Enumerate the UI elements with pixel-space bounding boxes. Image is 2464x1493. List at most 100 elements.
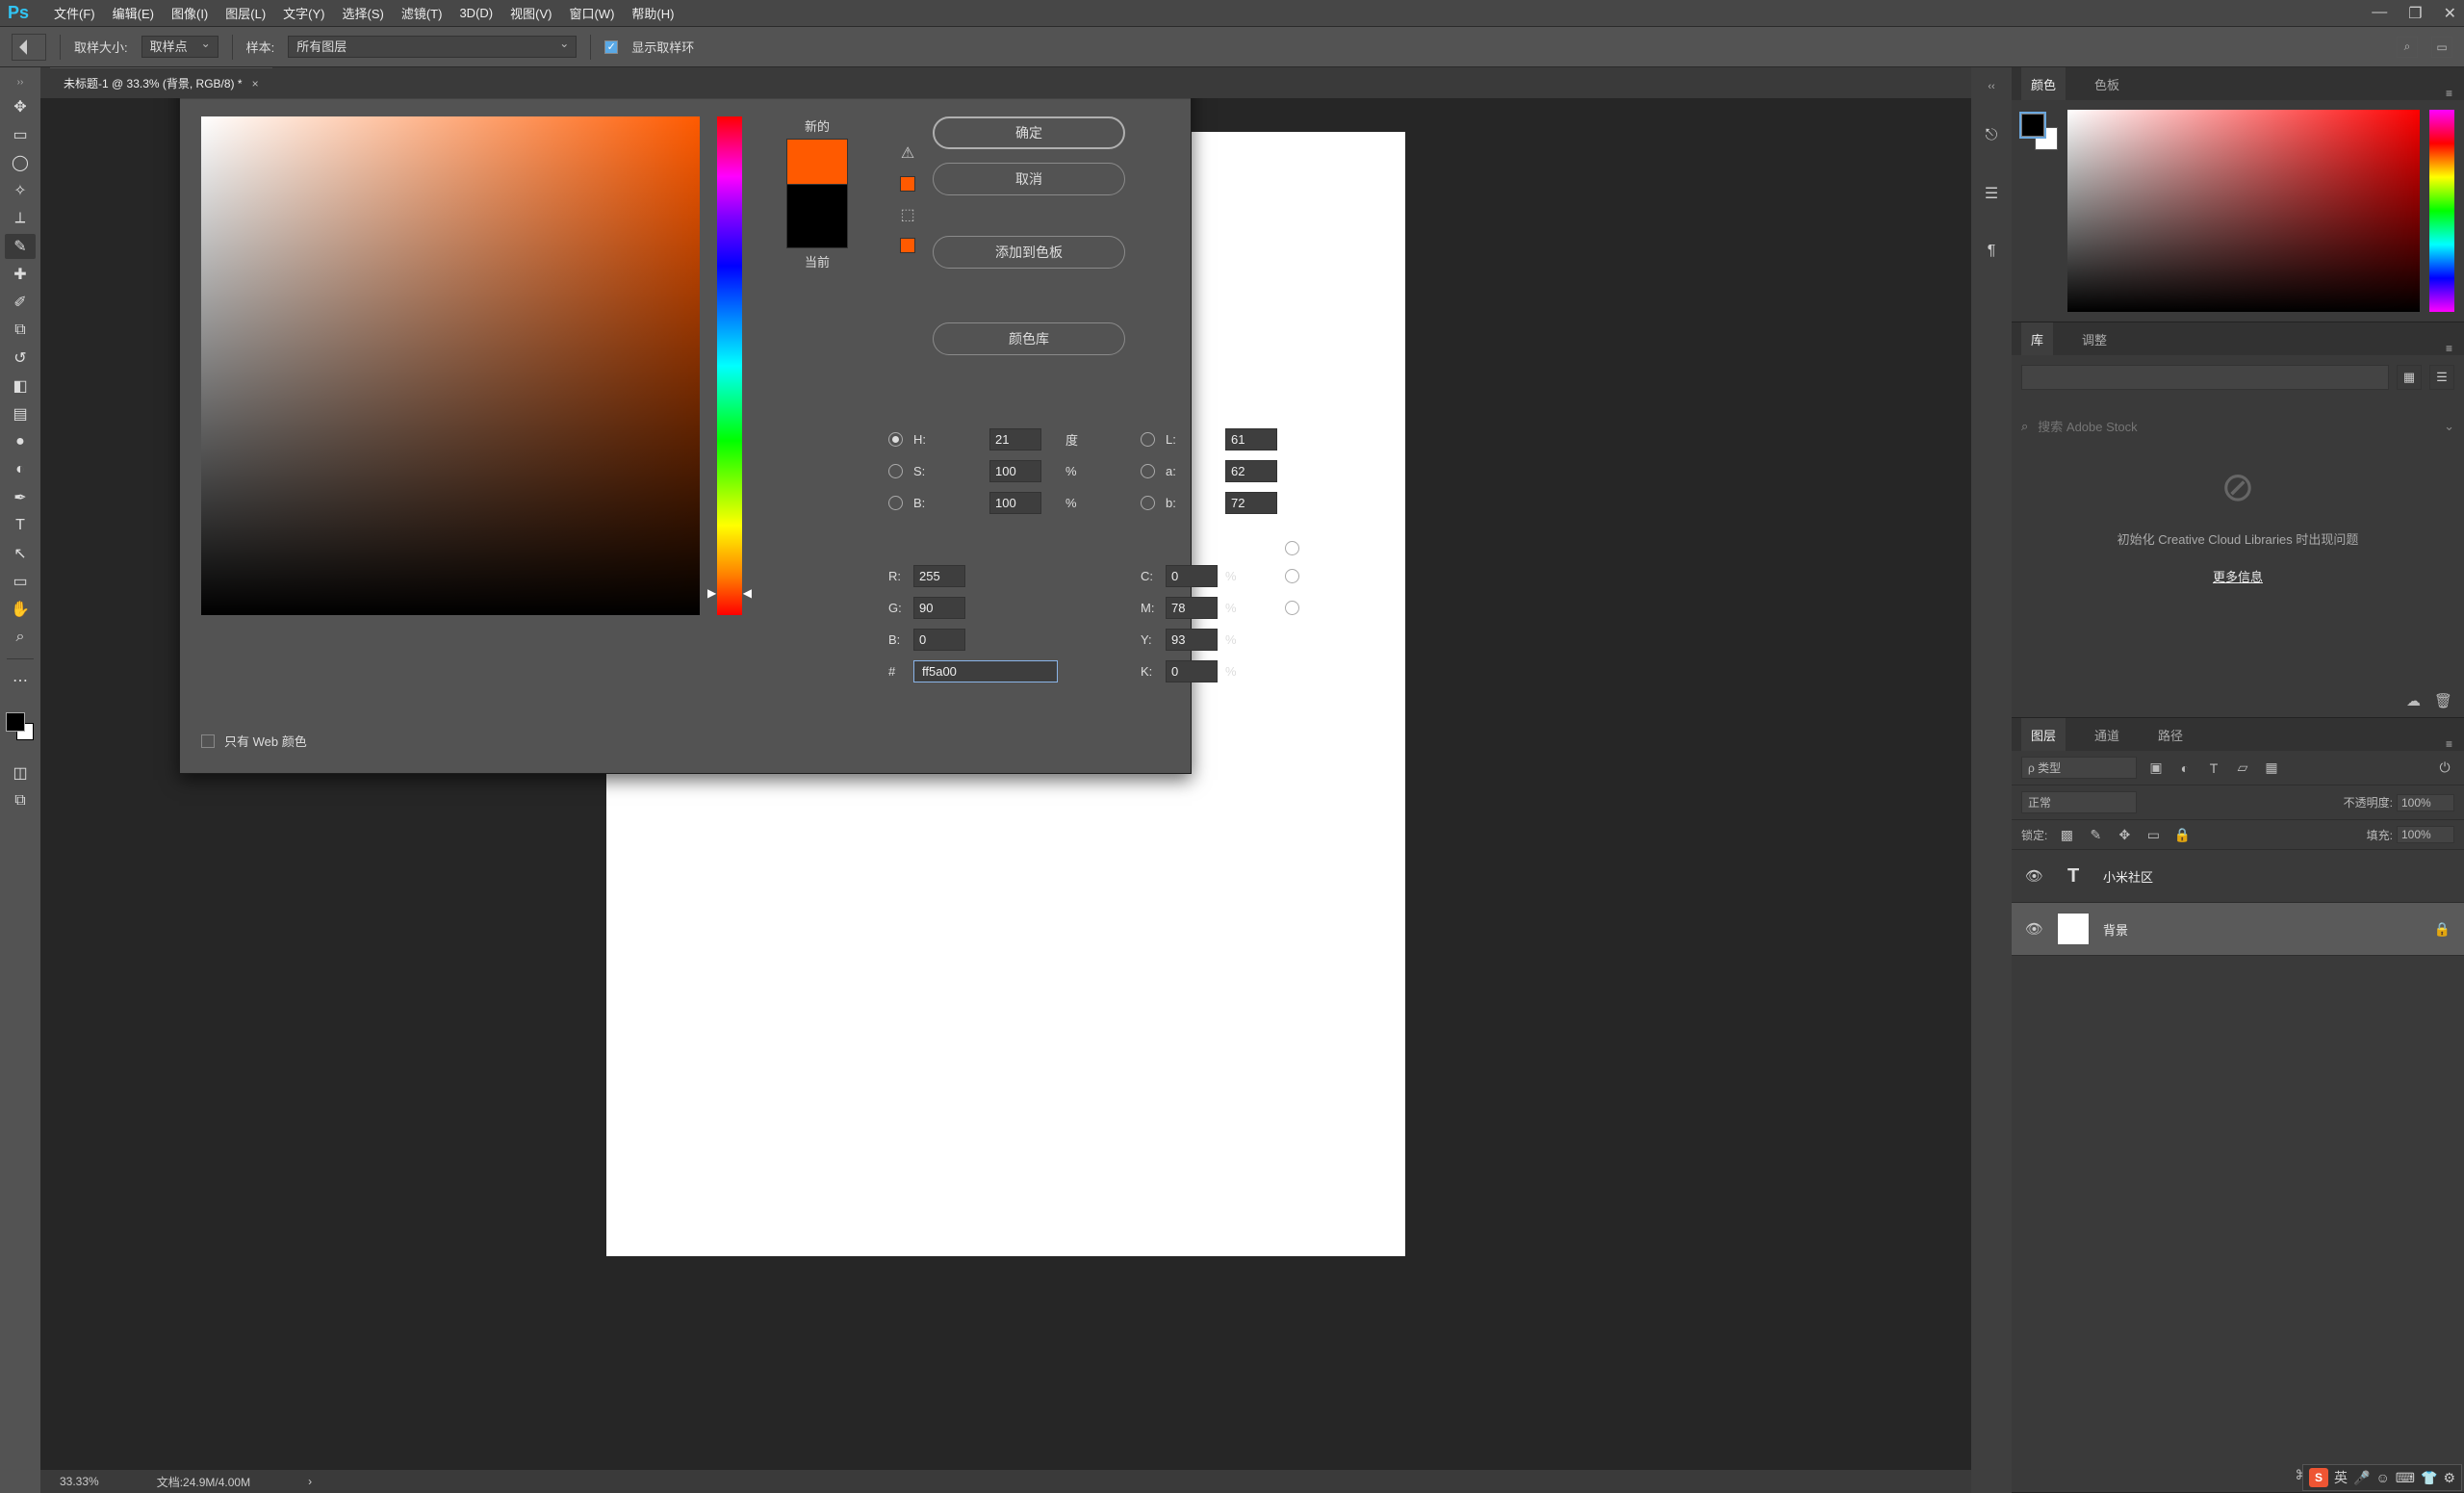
quick-select-tool[interactable]: ✧ (5, 178, 36, 203)
zoom-level[interactable]: 33.33% (60, 1475, 99, 1488)
marquee-tool[interactable]: ▭ (5, 122, 36, 147)
radio-a[interactable] (1141, 464, 1155, 478)
delete-library-icon[interactable]: 🗑 (2434, 692, 2452, 709)
ime-lang-label[interactable]: 英 (2334, 1468, 2348, 1487)
blur-tool[interactable]: ● (5, 429, 36, 454)
filter-type-icon[interactable]: T (2204, 759, 2223, 777)
lock-artboard-icon[interactable]: ▭ (2143, 826, 2163, 843)
color-panel-chips[interactable] (2021, 114, 2058, 150)
color-libraries-button[interactable]: 颜色库 (933, 322, 1125, 355)
eraser-tool[interactable]: ◧ (5, 373, 36, 399)
add-to-swatches-button[interactable]: 添加到色板 (933, 236, 1125, 269)
input-b-hsb[interactable] (989, 492, 1041, 514)
gamut-closest-swatch[interactable] (900, 176, 915, 192)
foreground-color-chip[interactable] (7, 713, 24, 731)
ime-skin-icon[interactable]: 👕 (2421, 1470, 2437, 1486)
rectangle-tool[interactable]: ▭ (5, 569, 36, 594)
path-selection-tool[interactable]: ↖ (5, 541, 36, 566)
input-b-rgb[interactable] (913, 629, 965, 651)
current-color-swatch[interactable] (786, 185, 848, 248)
cloud-sync-icon[interactable]: ☁ (2406, 692, 2421, 709)
layer-row[interactable]: 👁 T 小米社区 (2012, 850, 2464, 903)
document-info[interactable]: 文档:24.9M/4.00M (157, 1474, 250, 1490)
toolbox-collapse-handle[interactable]: ›› (17, 77, 24, 88)
dock-collapse-handle[interactable]: ‹‹ (1988, 81, 1994, 92)
layers-panel-menu-icon[interactable]: ≡ (2434, 737, 2464, 751)
sample-size-select[interactable]: 取样点 (141, 36, 218, 58)
menu-filter[interactable]: 滤镜(T) (401, 4, 443, 22)
tab-layers[interactable]: 图层 (2021, 718, 2066, 751)
tab-channels[interactable]: 通道 (2085, 718, 2129, 751)
menu-image[interactable]: 图像(I) (171, 4, 208, 22)
radio-b-hsb[interactable] (888, 496, 903, 510)
show-sampling-ring-checkbox[interactable]: ✓ (604, 40, 618, 54)
status-flyout-icon[interactable]: › (308, 1475, 312, 1488)
menu-edit[interactable]: 编辑(E) (113, 4, 154, 22)
input-l[interactable] (1225, 428, 1277, 450)
crop-tool[interactable]: ⟂ (5, 206, 36, 231)
filter-adjust-icon[interactable]: ◐ (2175, 759, 2194, 777)
filter-image-icon[interactable]: ▣ (2146, 759, 2166, 777)
color-chips[interactable] (7, 713, 34, 740)
ime-toolbar[interactable]: S 英 🎤 ☺ ⌨ 👕 ⚙ (2302, 1464, 2462, 1491)
clone-stamp-tool[interactable]: ⧉ (5, 318, 36, 343)
menu-select[interactable]: 选择(S) (343, 4, 384, 22)
ime-logo-icon[interactable]: S (2309, 1468, 2328, 1487)
search-dropdown-icon[interactable]: ⌄ (2444, 419, 2454, 434)
filter-smart-icon[interactable]: ▦ (2262, 759, 2281, 777)
zoom-tool[interactable]: ⌕ (5, 625, 36, 650)
edit-toolbar-button[interactable]: ⋯ (5, 668, 36, 693)
blend-mode-select[interactable]: 正常 (2021, 791, 2137, 813)
ime-mic-icon[interactable]: 🎤 (2353, 1470, 2370, 1486)
color-panel-menu-icon[interactable]: ≡ (2434, 87, 2464, 100)
input-c[interactable] (1166, 565, 1218, 587)
input-b-lab[interactable] (1225, 492, 1277, 514)
hand-tool[interactable]: ✋ (5, 597, 36, 622)
websafe-closest-swatch[interactable] (900, 238, 915, 253)
color-panel-sv-field[interactable] (2067, 110, 2420, 312)
radio-h[interactable] (888, 432, 903, 447)
libraries-panel-menu-icon[interactable]: ≡ (2434, 342, 2464, 355)
layer-name[interactable]: 小米社区 (2103, 867, 2153, 886)
input-m[interactable] (1166, 597, 1218, 619)
lasso-tool[interactable]: ◯ (5, 150, 36, 175)
input-a[interactable] (1225, 460, 1277, 482)
workspace-switcher-icon[interactable]: ▭ (2431, 37, 2452, 58)
opacity-input[interactable]: 100% (2397, 794, 2454, 811)
stock-search-input[interactable] (2038, 420, 2434, 434)
healing-brush-tool[interactable]: ✚ (5, 262, 36, 287)
tab-color[interactable]: 颜色 (2021, 67, 2066, 100)
radio-b-rgb[interactable] (1285, 601, 1299, 615)
libraries-more-info-link[interactable]: 更多信息 (2213, 567, 2263, 585)
fill-input[interactable]: 100% (2397, 826, 2454, 843)
input-r[interactable] (913, 565, 965, 587)
menu-type[interactable]: 文字(Y) (283, 4, 324, 22)
cancel-button[interactable]: 取消 (933, 163, 1125, 195)
color-panel-fg-chip[interactable] (2021, 114, 2044, 137)
library-selector[interactable] (2021, 365, 2389, 390)
ok-button[interactable]: 确定 (933, 116, 1125, 149)
menu-3d[interactable]: 3D(D) (459, 6, 493, 20)
radio-r[interactable] (1285, 541, 1299, 555)
close-window-button[interactable]: ✕ (2444, 4, 2456, 23)
lock-pixels-icon[interactable]: ▩ (2057, 826, 2076, 843)
lock-position-icon[interactable]: ✎ (2086, 826, 2105, 843)
gamut-warning-icon[interactable]: ⚠ (901, 143, 914, 163)
menu-window[interactable]: 窗口(W) (569, 4, 614, 22)
web-only-checkbox[interactable] (201, 734, 215, 748)
brush-tool[interactable]: ✐ (5, 290, 36, 315)
type-tool[interactable]: T (5, 513, 36, 538)
screen-mode-tool[interactable]: ⧉ (5, 788, 36, 813)
character-panel-icon[interactable]: ¶ (1977, 237, 2006, 266)
radio-b-lab[interactable] (1141, 496, 1155, 510)
tab-libraries[interactable]: 库 (2021, 322, 2053, 355)
minimize-button[interactable]: — (2372, 4, 2387, 23)
ime-keyboard-icon[interactable]: ⌨ (2396, 1470, 2415, 1486)
maximize-button[interactable]: ❐ (2408, 4, 2422, 23)
grid-view-icon[interactable]: ▦ (2397, 365, 2422, 390)
input-k[interactable] (1166, 660, 1218, 682)
layer-filter-select[interactable]: ρ 类型 (2021, 757, 2137, 779)
history-panel-icon[interactable]: ⎋ (1977, 121, 2006, 150)
websafe-warning-icon[interactable]: ⬚ (900, 205, 914, 224)
dodge-tool[interactable]: ◐ (5, 457, 36, 482)
